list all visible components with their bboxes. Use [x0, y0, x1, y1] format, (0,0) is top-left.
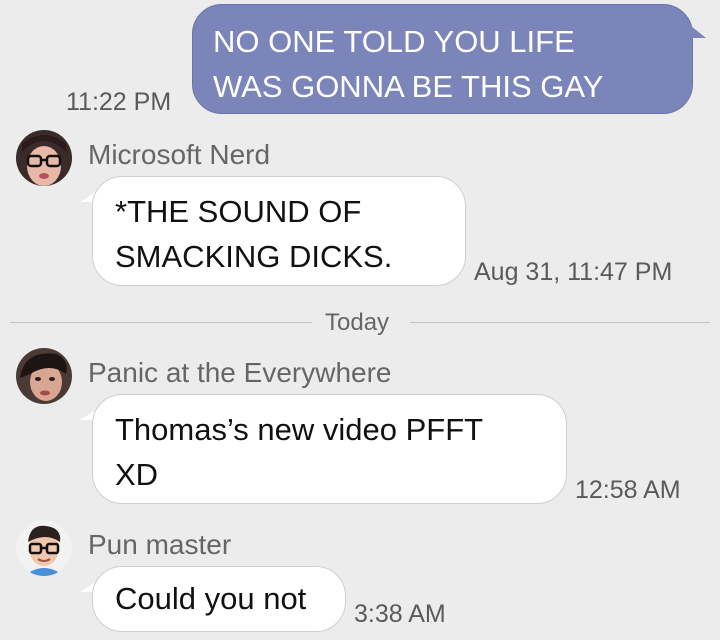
message-text-line: *THE SOUND OF: [115, 194, 362, 229]
message-text-line: SMACKING DICKS.: [115, 239, 393, 274]
message-text-line: XD: [115, 457, 159, 492]
divider-line: [410, 322, 710, 323]
avatar-image: [16, 348, 72, 404]
message-time: 3:38 AM: [354, 600, 446, 628]
message-text-line: Thomas’s new video PFFT: [115, 412, 484, 447]
message-time: Aug 31, 11:47 PM: [474, 258, 673, 286]
avatar-image: [16, 520, 72, 576]
message-time: 11:22 PM: [66, 88, 172, 116]
bubble-tail: [686, 22, 706, 38]
message-text-line: NO ONE TOLD YOU LIFE: [213, 24, 575, 59]
message-time: 12:58 AM: [575, 476, 681, 504]
incoming-message-bubble[interactable]: *THE SOUND OF SMACKING DICKS.: [92, 176, 466, 286]
sender-name: Microsoft Nerd: [88, 139, 271, 170]
divider-line: [10, 322, 312, 323]
avatar-image: [16, 130, 72, 186]
avatar[interactable]: [16, 348, 72, 404]
incoming-message-bubble[interactable]: Could you not: [92, 566, 346, 632]
outgoing-message-bubble[interactable]: NO ONE TOLD YOU LIFE WAS GONNA BE THIS G…: [192, 4, 693, 114]
sender-name: Pun master: [88, 529, 232, 560]
date-divider-label: Today: [325, 309, 390, 336]
message-text-line: WAS GONNA BE THIS GAY: [213, 69, 604, 104]
sender-name: Panic at the Everywhere: [88, 357, 392, 388]
avatar[interactable]: [16, 130, 72, 186]
avatar[interactable]: [16, 520, 72, 576]
incoming-message-bubble[interactable]: Thomas’s new video PFFT XD: [92, 394, 567, 504]
message-text-line: Could you not: [115, 581, 307, 616]
